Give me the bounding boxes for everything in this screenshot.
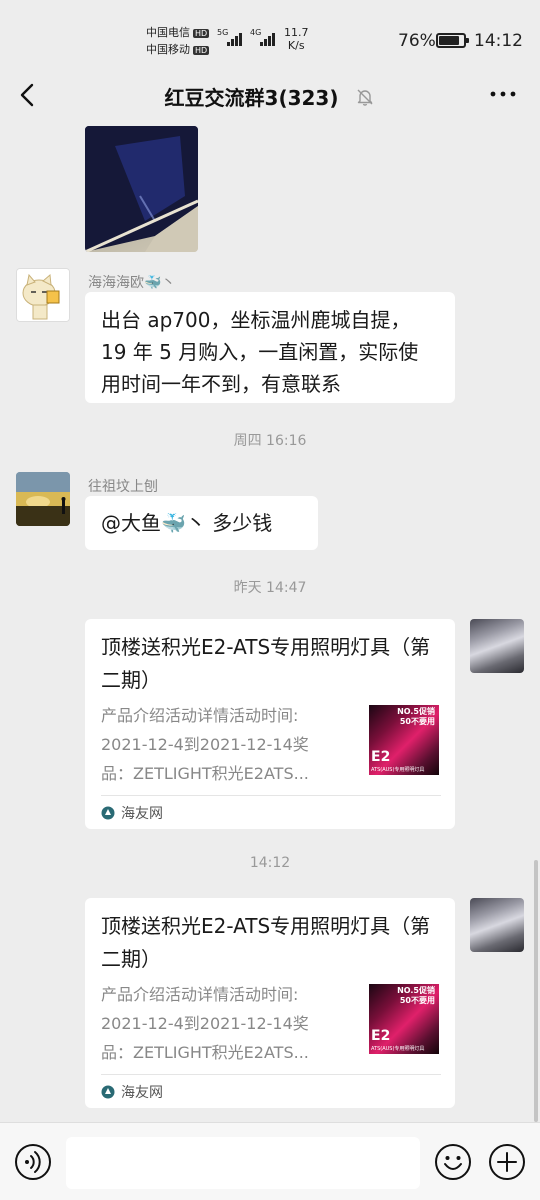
chat-area[interactable]: 海海海欧🐳丶 出台 ap700，坐标温州鹿城自提， 19 年 5 月购入，一直闲… (0, 122, 540, 1122)
card-description: 产品介绍活动详情活动时间: 2021-12-4到2021-12-14奖 品：ZE… (101, 980, 351, 1067)
message-bubble[interactable]: 出台 ap700，坐标温州鹿城自提， 19 年 5 月购入，一直闲置，实际使 用… (85, 292, 455, 403)
thumb-main-text: E2 (371, 749, 391, 765)
card-title: 顶楼送积光E2-ATS专用照明灯具（第二期） (101, 914, 431, 971)
sender-name: 海海海欧🐳丶 (88, 275, 176, 291)
nav-bar: 红豆交流群3(323) (0, 70, 540, 122)
chat-title-text: 红豆交流群3(323) (164, 86, 339, 110)
thumb-promo-text: NO.5促销 50不要用 (397, 986, 435, 1005)
card-desc-line: 产品介绍活动详情活动时间: (101, 985, 299, 1004)
bell-off-icon (357, 89, 373, 106)
battery-percent: 76% (398, 31, 436, 51)
message-bubble[interactable]: @大鱼🐳丶 多少钱 (85, 496, 318, 550)
thumb-sub-text: ATS(AUS)专用照明灯具 (371, 767, 425, 773)
status-bar: 中国电信 HD 中国移动 HD 5G 4G 11.7 K/s 76% 14:12 (0, 0, 540, 80)
signal-bars-icon (260, 30, 275, 46)
carrier-2: 中国移动 HD (146, 41, 210, 57)
carrier-1-label: 中国电信 (146, 26, 190, 39)
voice-icon[interactable] (14, 1143, 52, 1181)
card-desc-line: 2021-12-4到2021-12-14奖 (101, 1014, 309, 1033)
message-line: 用时间一年不到，有意联系 (101, 372, 341, 396)
card-desc-line: 品：ZETLIGHT积光E2ATS... (101, 764, 309, 783)
hd-badge-1: HD (193, 28, 210, 38)
hd-badge-2: HD (193, 45, 210, 55)
card-desc-line: 产品介绍活动详情活动时间: (101, 706, 299, 725)
input-bar (0, 1122, 540, 1200)
source-logo-icon (101, 1085, 115, 1099)
photo-image (85, 126, 198, 252)
carrier-1: 中国电信 HD (146, 24, 210, 40)
sunset-avatar-image (16, 472, 70, 526)
time-separator: 周四 16:16 (233, 433, 307, 449)
thumb-promo-text: NO.5促销 50不要用 (397, 707, 435, 726)
card-divider (101, 1074, 441, 1075)
card-source-label: 海友网 (121, 806, 163, 822)
emoji-icon[interactable] (434, 1143, 472, 1181)
card-description: 产品介绍活动详情活动时间: 2021-12-4到2021-12-14奖 品：ZE… (101, 701, 351, 788)
card-title: 顶楼送积光E2-ATS专用照明灯具（第二期） (101, 635, 431, 692)
card-source-label: 海友网 (121, 1085, 163, 1101)
scrollbar[interactable] (534, 860, 538, 1122)
card-source: 海友网 (101, 1082, 163, 1102)
sender-name: 往祖坟上刨 (88, 479, 158, 495)
source-logo-icon (101, 806, 115, 820)
link-card[interactable]: 顶楼送积光E2-ATS专用照明灯具（第二期） 产品介绍活动详情活动时间: 202… (85, 619, 455, 829)
clock: 14:12 (474, 31, 523, 51)
card-thumbnail: NO.5促销 50不要用 E2 ATS(AUS)专用照明灯具 (369, 705, 439, 775)
card-source: 海友网 (101, 803, 163, 823)
signal-bars-icon (227, 30, 242, 46)
message-line: 19 年 5 月购入，一直闲置，实际使 (101, 340, 419, 364)
image-message[interactable] (85, 126, 198, 252)
cat-avatar-image (17, 269, 69, 321)
message-input[interactable] (66, 1137, 420, 1189)
avatar[interactable] (470, 898, 524, 952)
card-desc-line: 2021-12-4到2021-12-14奖 (101, 735, 309, 754)
more-dots-icon[interactable] (488, 84, 518, 104)
avatar[interactable] (16, 472, 70, 526)
thumb-main-text: E2 (371, 1028, 391, 1044)
thumb-sub-text: ATS(AUS)专用照明灯具 (371, 1046, 425, 1052)
time-separator: 昨天 14:47 (233, 580, 307, 596)
battery-icon (436, 33, 469, 48)
card-divider (101, 795, 441, 796)
carrier-2-label: 中国移动 (146, 43, 190, 56)
net-speed-value: 11.7 (284, 26, 309, 39)
avatar[interactable] (16, 268, 70, 322)
link-card[interactable]: 顶楼送积光E2-ATS专用照明灯具（第二期） 产品介绍活动详情活动时间: 202… (85, 898, 455, 1108)
card-thumbnail: NO.5促销 50不要用 E2 ATS(AUS)专用照明灯具 (369, 984, 439, 1054)
message-line: 出台 ap700，坐标温州鹿城自提， (101, 308, 411, 332)
card-desc-line: 品：ZETLIGHT积光E2ATS... (101, 1043, 309, 1062)
chat-title: 红豆交流群3(323) (0, 82, 540, 111)
avatar[interactable] (470, 619, 524, 673)
plus-icon[interactable] (488, 1143, 526, 1181)
message-line: @大鱼🐳丶 多少钱 (101, 511, 273, 535)
net-speed: 11.7 K/s (284, 26, 309, 52)
time-separator: 14:12 (249, 855, 291, 871)
net-speed-unit: K/s (287, 39, 305, 52)
